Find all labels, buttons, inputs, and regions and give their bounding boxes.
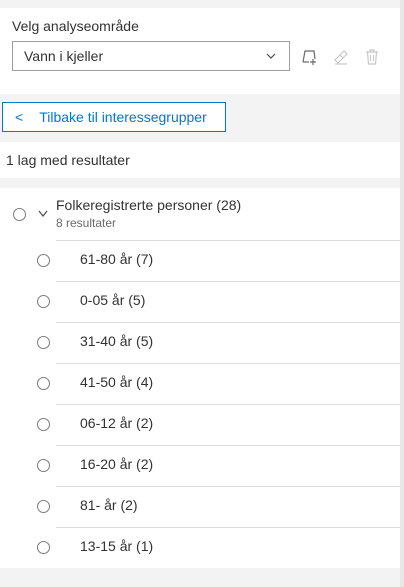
divider xyxy=(56,486,400,487)
layer-group-subtitle: 8 resultater xyxy=(56,216,117,230)
delete-icon xyxy=(366,49,378,65)
list-item[interactable]: 81- år (2) xyxy=(0,486,400,527)
item-radio[interactable] xyxy=(37,295,50,308)
item-label: 06-12 år (2) xyxy=(80,415,154,431)
layer-group-row[interactable]: Folkeregistrerte personer (28) 8 resulta… xyxy=(0,188,400,240)
divider xyxy=(56,527,400,528)
list-item[interactable]: 16-20 år (2) xyxy=(0,445,400,486)
chevron-down-icon[interactable] xyxy=(38,210,48,218)
list-item[interactable]: 13-15 år (1) xyxy=(0,527,400,568)
list-item[interactable]: 41-50 år (4) xyxy=(0,363,400,404)
results-summary: 1 lag med resultater xyxy=(0,142,400,178)
divider xyxy=(56,363,400,364)
results-summary-text: 1 lag med resultater xyxy=(6,152,130,168)
back-section: < Tilbake til interessegrupper xyxy=(0,94,400,142)
divider xyxy=(56,404,400,405)
scrollbar[interactable] xyxy=(400,0,404,587)
list-item[interactable]: 06-12 år (2) xyxy=(0,404,400,445)
item-label: 0-05 år (5) xyxy=(80,292,146,308)
analysis-area-select[interactable]: Vann i kjeller xyxy=(12,41,290,71)
divider xyxy=(56,281,400,282)
analysis-area-label: Velg analyseområde xyxy=(12,18,139,34)
edit-icon xyxy=(334,50,348,65)
item-label: 81- år (2) xyxy=(80,497,138,513)
analysis-panel: Velg analyseområde Vann i kjeller < Tilb xyxy=(0,0,400,587)
item-label: 16-20 år (2) xyxy=(80,456,154,472)
item-label: 41-50 år (4) xyxy=(80,374,154,390)
item-radio[interactable] xyxy=(37,377,50,390)
item-radio[interactable] xyxy=(37,254,50,267)
results-list: Folkeregistrerte personer (28) 8 resulta… xyxy=(0,188,400,568)
item-radio[interactable] xyxy=(37,541,50,554)
divider xyxy=(56,445,400,446)
item-radio[interactable] xyxy=(37,418,50,431)
analysis-area-selected-value: Vann i kjeller xyxy=(24,48,104,64)
item-radio[interactable] xyxy=(37,459,50,472)
item-radio[interactable] xyxy=(37,336,50,349)
list-item[interactable]: 0-05 år (5) xyxy=(0,281,400,322)
chevron-down-icon xyxy=(266,53,276,59)
item-radio[interactable] xyxy=(37,500,50,513)
draw-area-icon[interactable] xyxy=(300,48,318,66)
back-to-interest-groups-button[interactable]: < Tilbake til interessegrupper xyxy=(2,102,226,132)
analysis-area-section: Velg analyseområde Vann i kjeller xyxy=(0,8,400,94)
item-label: 61-80 år (7) xyxy=(80,251,154,267)
divider xyxy=(56,322,400,323)
item-label: 13-15 år (1) xyxy=(80,538,154,554)
back-button-label: Tilbake til interessegrupper xyxy=(39,109,207,125)
list-item[interactable]: 61-80 år (7) xyxy=(0,240,400,281)
divider xyxy=(56,240,400,241)
group-radio[interactable] xyxy=(13,208,26,221)
list-item[interactable]: 31-40 år (5) xyxy=(0,322,400,363)
item-label: 31-40 år (5) xyxy=(80,333,154,349)
chevron-left-icon: < xyxy=(15,109,24,125)
layer-group-title: Folkeregistrerte personer (28) xyxy=(56,197,242,213)
